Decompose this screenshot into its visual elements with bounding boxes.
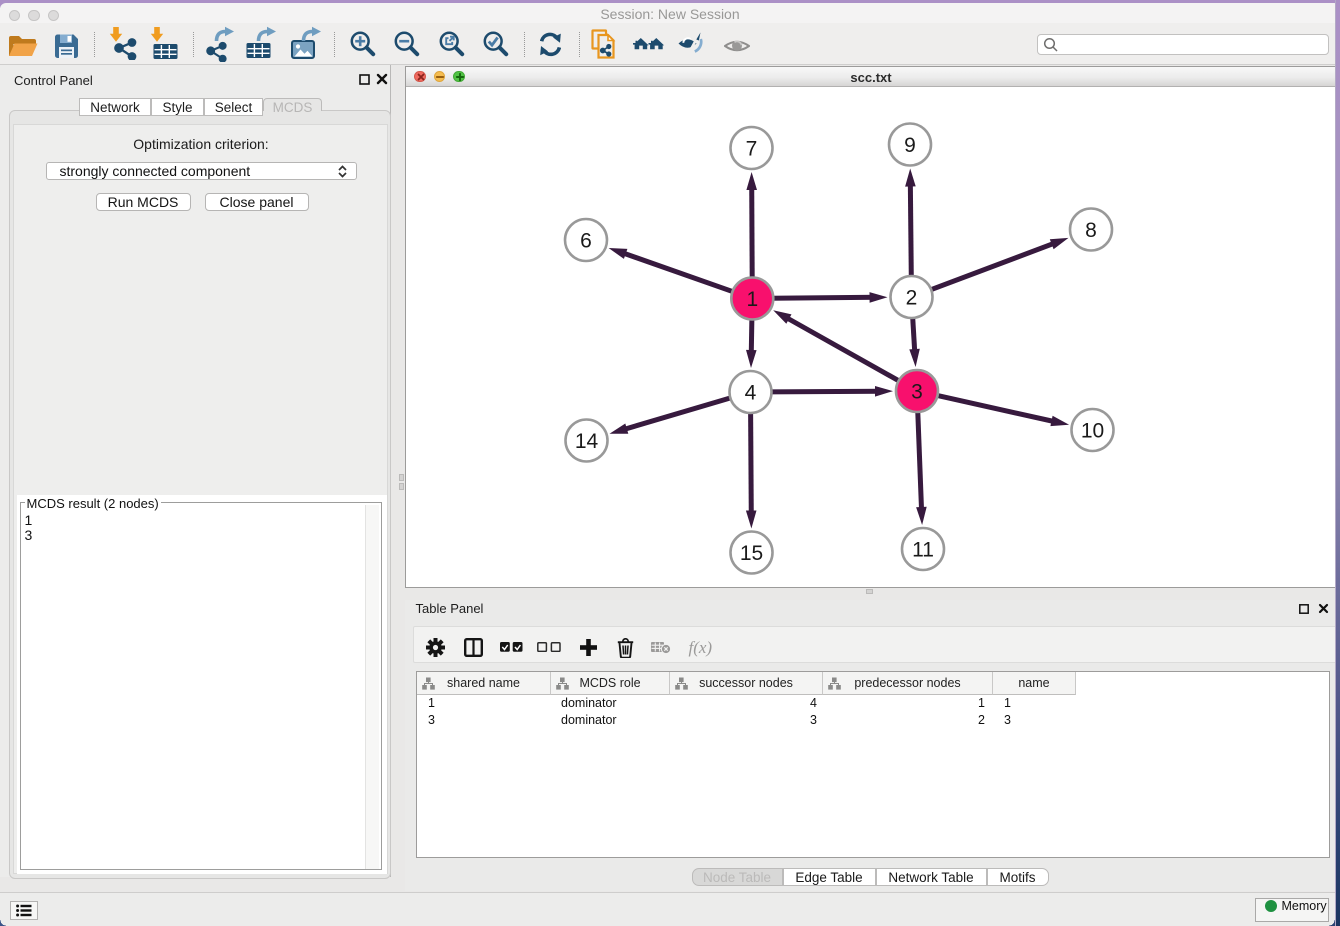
svg-text:3: 3	[911, 381, 923, 404]
svg-text:15: 15	[739, 542, 762, 565]
svg-text:6: 6	[580, 230, 592, 253]
svg-text:14: 14	[574, 430, 598, 453]
svg-text:8: 8	[1085, 219, 1097, 242]
svg-text:7: 7	[745, 138, 757, 161]
svg-text:10: 10	[1080, 420, 1103, 443]
svg-text:9: 9	[904, 134, 916, 157]
svg-text:2: 2	[905, 287, 917, 310]
svg-text:4: 4	[744, 382, 756, 405]
svg-text:1: 1	[746, 288, 758, 311]
svg-text:11: 11	[912, 539, 934, 562]
